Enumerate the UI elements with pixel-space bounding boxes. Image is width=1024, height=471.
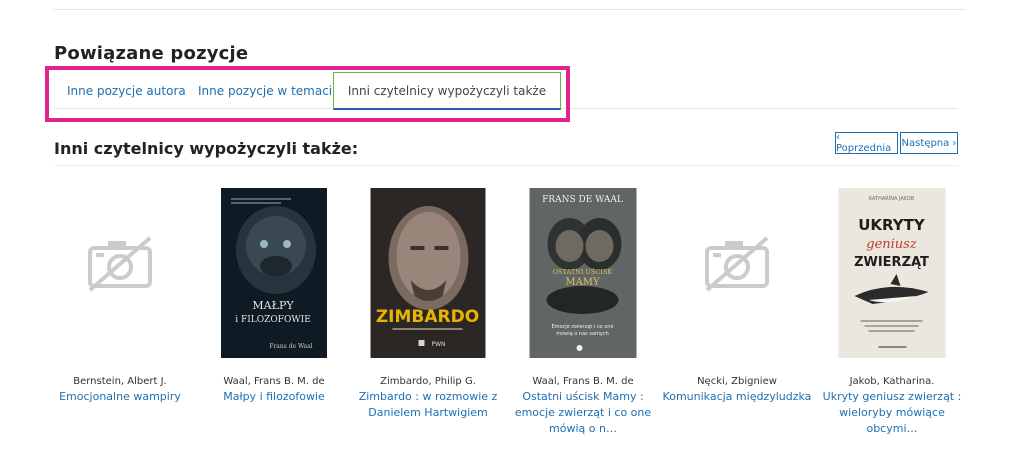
book-item: MAŁPY i FILOZOFOWIE Frans de Waal Waal, … bbox=[194, 186, 354, 403]
svg-text:i FILOZOFOWIE: i FILOZOFOWIE bbox=[235, 315, 311, 325]
book-title-link[interactable]: Komunikacja międzyludzka bbox=[657, 389, 817, 405]
book-item: Nęcki, Zbigniew Komunikacja międzyludzka bbox=[657, 186, 817, 403]
book-item: ZIMBARDO PWN Zimbardo, Philip G. Zimbard… bbox=[348, 186, 508, 419]
book-title-link[interactable]: Ostatni uścisk Mamy : emocje zwierząt i … bbox=[503, 389, 663, 437]
svg-text:geniusz: geniusz bbox=[866, 237, 917, 252]
svg-text:Frans de Waal: Frans de Waal bbox=[269, 343, 313, 350]
camera-placeholder-icon[interactable] bbox=[86, 236, 154, 296]
results-divider bbox=[54, 165, 958, 166]
highlight-box bbox=[45, 66, 570, 122]
book-author: Jakob, Katharina. bbox=[849, 376, 935, 387]
results-title: Inni czytelnicy wypożyczyli także: bbox=[54, 139, 359, 158]
book-author: Nęcki, Zbigniew bbox=[697, 376, 777, 387]
previous-button[interactable]: ‹ Poprzednia bbox=[835, 132, 898, 154]
svg-text:FRANS DE WAAL: FRANS DE WAAL bbox=[542, 195, 623, 205]
next-button[interactable]: Następna › bbox=[900, 132, 958, 154]
book-author: Waal, Frans B. M. de bbox=[532, 376, 634, 387]
top-divider bbox=[54, 9, 966, 10]
svg-text:Emocje zwierząt i co one: Emocje zwierząt i co one bbox=[551, 324, 613, 330]
book-title-link[interactable]: Ukryty geniusz zwierząt : wieloryby mówi… bbox=[812, 389, 972, 437]
book-author: Waal, Frans B. M. de bbox=[223, 376, 325, 387]
book-item: Bernstein, Albert J. Emocjonalne wampiry bbox=[40, 186, 200, 403]
book-cover[interactable]: ZIMBARDO PWN bbox=[370, 188, 486, 358]
book-item: KATHARINA JAKOB UKRYTY geniusz ZWIERZĄT … bbox=[812, 186, 972, 435]
book-title-link[interactable]: Zimbardo : w rozmowie z Danielem Hartwig… bbox=[348, 389, 508, 421]
svg-text:OSTATNI UŚCISK: OSTATNI UŚCISK bbox=[553, 267, 613, 276]
book-author: Bernstein, Albert J. bbox=[73, 376, 167, 387]
book-cover[interactable]: MAŁPY i FILOZOFOWIE Frans de Waal bbox=[221, 188, 327, 358]
svg-text:PWN: PWN bbox=[432, 341, 446, 348]
section-title: Powiązane pozycje bbox=[54, 43, 249, 64]
svg-text:ZIMBARDO: ZIMBARDO bbox=[376, 307, 479, 327]
svg-text:UKRYTY: UKRYTY bbox=[858, 216, 926, 234]
book-title-link[interactable]: Emocjonalne wampiry bbox=[40, 389, 200, 405]
svg-text:ZWIERZĄT: ZWIERZĄT bbox=[854, 255, 929, 270]
book-author: Zimbardo, Philip G. bbox=[380, 376, 476, 387]
book-item: FRANS DE WAAL OSTATNI UŚCISK MAMY Emocje… bbox=[503, 186, 663, 435]
camera-placeholder-icon[interactable] bbox=[703, 236, 771, 296]
svg-text:mówią o nas samych: mówią o nas samych bbox=[556, 330, 609, 337]
book-title-link[interactable]: Małpy i filozofowie bbox=[194, 389, 354, 405]
svg-text:KATHARINA JAKOB: KATHARINA JAKOB bbox=[869, 196, 915, 202]
cover-title: MAŁPY bbox=[252, 299, 294, 312]
book-cover[interactable]: FRANS DE WAAL OSTATNI UŚCISK MAMY Emocje… bbox=[529, 188, 637, 358]
book-cover[interactable]: KATHARINA JAKOB UKRYTY geniusz ZWIERZĄT bbox=[838, 188, 946, 358]
